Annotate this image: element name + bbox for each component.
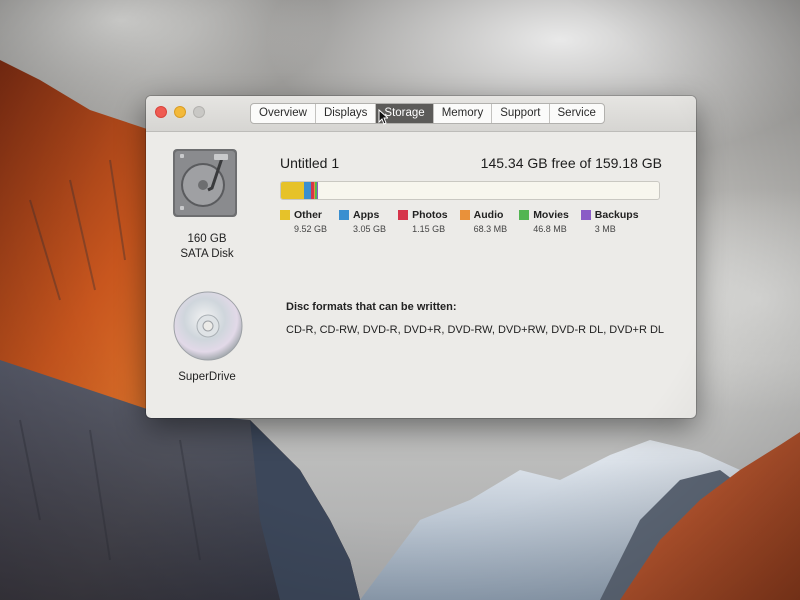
legend-category-size: 9.52 GB [294,224,328,234]
usage-segment-other [281,182,304,199]
hard-drive-label: 160 GB SATA Disk [157,232,257,262]
legend-category-name: Other [294,209,323,221]
tab-support[interactable]: Support [492,104,550,123]
legend-category-name: Photos [412,209,448,221]
legend-category-name: Audio [473,209,504,221]
legend-category-size: 68.3 MB [473,224,508,234]
storage-legend: Other 9.52 GB Apps 3.05 GB Photos 1.15 GB Audi… [280,208,651,234]
legend-item-apps: Apps 3.05 GB [339,208,386,234]
legend-swatch [398,210,409,220]
zoom-window-button[interactable] [193,106,205,118]
legend-item-photos: Photos 1.15 GB [398,208,448,234]
section-tabs: Overview Displays Storage Memory Support… [250,103,605,124]
legend-swatch [339,210,350,220]
about-this-mac-window: Overview Displays Storage Memory Support… [146,96,696,418]
legend-category-size: 1.15 GB [412,224,446,234]
close-window-button[interactable] [155,106,167,118]
legend-item-other: Other 9.52 GB [280,208,327,234]
optical-disc-icon[interactable] [172,290,244,362]
usage-segment-apps [303,182,311,199]
disc-formats-title: Disc formats that can be written: [286,301,457,313]
legend-item-audio: Audio 68.3 MB [459,208,508,234]
tab-service[interactable]: Service [550,104,604,123]
legend-item-backups: Backups 3 MB [580,208,639,234]
tab-displays[interactable]: Displays [316,104,377,123]
minimize-window-button[interactable] [174,106,186,118]
window-titlebar[interactable]: Overview Displays Storage Memory Support… [146,96,696,132]
legend-swatch [280,210,290,220]
mouse-pointer-icon [378,109,388,125]
legend-category-size: 46.8 MB [533,224,567,234]
legend-category-name: Backups [594,209,639,221]
volume-free-space: 145.34 GB free of 159.18 GB [480,155,662,171]
legend-swatch [459,210,470,220]
legend-category-name: Movies [533,209,569,221]
tab-overview[interactable]: Overview [251,104,316,123]
usage-segment-backups [316,182,319,199]
tab-memory[interactable]: Memory [434,104,493,123]
disc-formats-list: CD-R, CD-RW, DVD-R, DVD+R, DVD-RW, DVD+R… [286,324,665,336]
legend-category-size: 3 MB [594,224,616,234]
volume-name: Untitled 1 [280,155,340,171]
hard-drive-icon[interactable] [172,148,238,218]
hard-drive-type: SATA Disk [180,248,234,260]
superdrive-label: SuperDrive [178,371,236,383]
legend-category-name: Apps [353,209,380,221]
legend-swatch [580,210,591,220]
legend-swatch [519,210,530,220]
hard-drive-capacity: 160 GB [187,233,227,245]
legend-item-movies: Movies 46.8 MB [519,208,569,234]
storage-usage-bar [280,181,660,200]
legend-category-size: 3.05 GB [353,224,387,234]
